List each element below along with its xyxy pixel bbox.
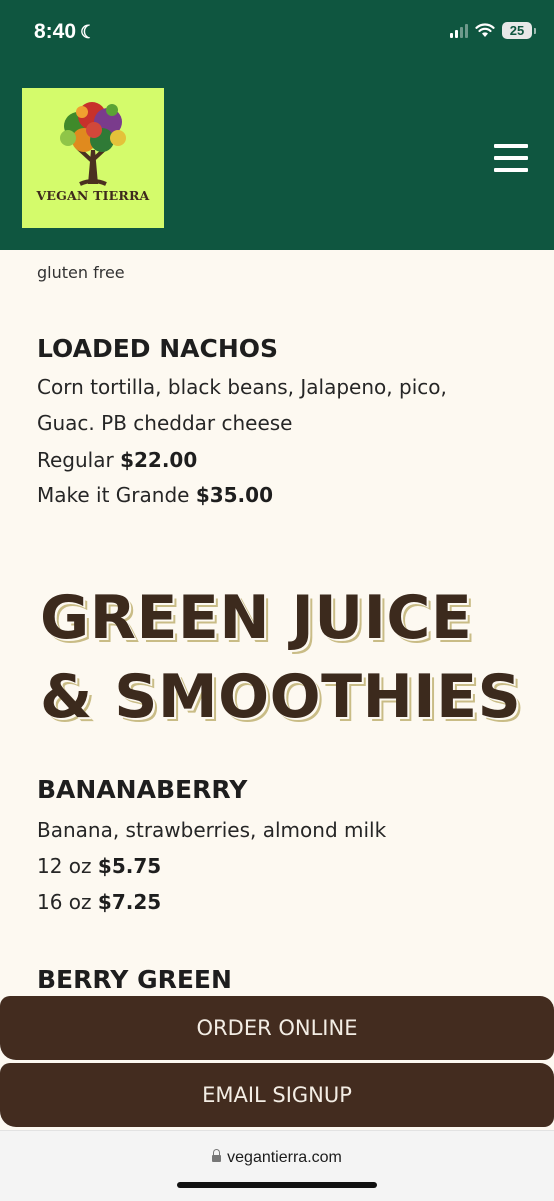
url-row[interactable]: vegantierra.com bbox=[0, 1149, 554, 1167]
vegan-tierra-logo[interactable]: VEGAN TIERRA bbox=[22, 88, 164, 228]
item-description: Banana, strawberries, almond milk bbox=[37, 818, 387, 842]
price: $5.75 bbox=[97, 854, 162, 878]
price-line-regular: Regular $22.00 bbox=[37, 448, 197, 472]
lock-icon bbox=[212, 1149, 222, 1162]
price-line-12oz: 12 oz $5.75 bbox=[37, 854, 161, 878]
section-heading: & SMOOTHIES bbox=[40, 657, 521, 737]
battery-icon: 25 bbox=[502, 22, 536, 39]
size-label: Make it Grande bbox=[37, 483, 196, 507]
moon-icon: ☾ bbox=[80, 22, 97, 42]
price: $35.00 bbox=[195, 483, 273, 507]
size-label: 16 oz bbox=[37, 890, 98, 914]
dietary-note: gluten free bbox=[37, 263, 125, 282]
price-line-16oz: 16 oz $7.25 bbox=[37, 890, 161, 914]
status-indicators: 25 bbox=[450, 22, 536, 39]
status-time-group: 8:40 ☾ bbox=[34, 20, 96, 44]
browser-address-bar[interactable]: vegantierra.com bbox=[0, 1130, 554, 1201]
price: $7.25 bbox=[97, 890, 162, 914]
item-name-loaded-nachos: LOADED NACHOS bbox=[37, 334, 279, 363]
url-text[interactable]: vegantierra.com bbox=[227, 1149, 342, 1166]
item-description: Guac. PB cheddar cheese bbox=[37, 411, 293, 435]
wifi-icon bbox=[475, 23, 495, 37]
size-label: Regular bbox=[37, 448, 121, 472]
status-bar: 8:40 ☾ 25 bbox=[0, 0, 554, 64]
logo-wordmark: VEGAN TIERRA bbox=[36, 188, 150, 203]
size-label: 12 oz bbox=[37, 854, 98, 878]
email-signup-button[interactable]: EMAIL SIGNUP bbox=[0, 1063, 554, 1127]
price-line-grande: Make it Grande $35.00 bbox=[37, 483, 273, 507]
hamburger-menu-icon[interactable] bbox=[494, 144, 530, 174]
site-header: VEGAN TIERRA bbox=[0, 64, 554, 250]
status-time: 8:40 bbox=[34, 20, 77, 43]
item-description: Corn tortilla, black beans, Jalapeno, pi… bbox=[37, 375, 447, 399]
section-heading: GREEN JUICE bbox=[40, 578, 472, 658]
price: $22.00 bbox=[120, 448, 198, 472]
cellular-signal-icon bbox=[450, 23, 468, 38]
item-name-berry-green: BERRY GREEN bbox=[37, 965, 232, 994]
section-heading-line: & SMOOTHIES bbox=[40, 662, 522, 732]
order-online-button[interactable]: ORDER ONLINE bbox=[0, 996, 554, 1060]
home-indicator[interactable] bbox=[177, 1182, 377, 1188]
section-heading-line: GREEN JUICE bbox=[40, 583, 473, 653]
veggie-tree-icon bbox=[60, 102, 126, 186]
item-name-bananaberry: BANANABERRY bbox=[37, 775, 248, 804]
